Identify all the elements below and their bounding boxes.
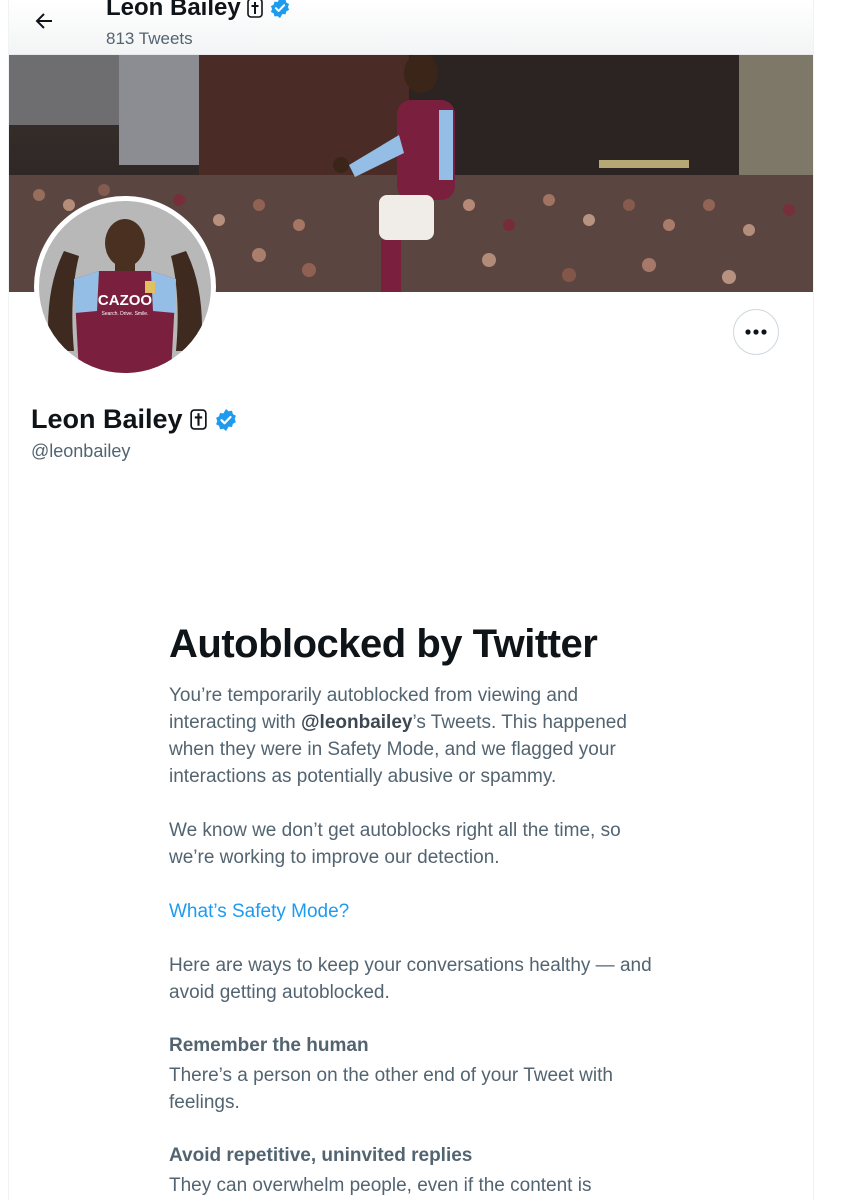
- verified-badge-icon: [270, 0, 289, 19]
- more-options-button[interactable]: [733, 309, 779, 355]
- profile-name: Leon Bailey: [31, 404, 183, 434]
- autoblock-title: Autoblocked by Twitter: [169, 622, 598, 666]
- profile-name-row: Leon Bailey: [31, 404, 238, 435]
- verified-badge-icon: [215, 408, 236, 431]
- header-name-row: Leon Bailey: [106, 0, 291, 22]
- avatar-sponsor-text: CAZOO: [98, 292, 152, 309]
- tip-text-1: There’s a person on the other end of you…: [169, 1065, 613, 1113]
- avatar-image: CAZOO Search. Drive. Smile.: [39, 201, 211, 373]
- avatar-sponsor-tagline: Search. Drive. Smile.: [102, 311, 149, 317]
- cross-icon: [246, 0, 263, 18]
- cross-icon: [189, 409, 207, 430]
- tip-heading-1: Remember the human: [169, 1035, 369, 1056]
- safety-mode-link[interactable]: What’s Safety Mode?: [169, 898, 349, 925]
- tip-heading-2: Avoid repetitive, uninvited replies: [169, 1145, 473, 1166]
- profile-avatar[interactable]: CAZOO Search. Drive. Smile.: [34, 196, 216, 378]
- autoblock-paragraph-2: We know we don’t get autoblocks right al…: [169, 820, 621, 868]
- autoblock-message: Autoblocked by Twitter You’re temporaril…: [169, 620, 659, 1199]
- more-dots-icon: [745, 329, 767, 335]
- tip-text-2: They can overwhelm people, even if the c…: [169, 1175, 592, 1196]
- profile-page: Leon Bailey 813 Tweets CAZOO Search. Dri…: [8, 0, 814, 1200]
- profile-handle: @leonbailey: [31, 441, 131, 461]
- header-name: Leon Bailey: [106, 0, 241, 21]
- arrow-left-icon: [35, 13, 52, 29]
- profile-header: Leon Bailey 813 Tweets: [9, 0, 813, 55]
- tweet-count: 813 Tweets: [106, 29, 193, 48]
- back-button[interactable]: [27, 4, 61, 38]
- autoblock-paragraph-1: You’re temporarily autoblocked from view…: [169, 682, 659, 790]
- autoblock-paragraph-3: Here are ways to keep your conversations…: [169, 955, 652, 1003]
- p1-handle: @leonbailey: [301, 712, 413, 733]
